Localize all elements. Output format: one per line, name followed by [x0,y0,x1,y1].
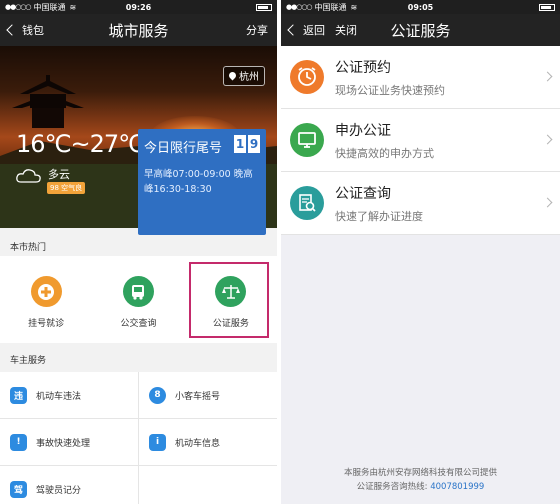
hospital-cross-icon [30,276,62,307]
chevron-right-icon [542,134,553,145]
city-services-screen: ●●○○○ 中国联通 ≋ 09:26 钱包 城市服务 分享 杭州 16℃~27℃ [0,0,277,504]
list-item-title: 公证查询 [335,185,391,202]
car-service-label: 事故快速处理 [36,438,91,449]
status-time: 09:26 [125,2,152,12]
location-pin-icon [227,70,238,81]
hotline: 公证服务咨询热线: 4007801999 [281,480,560,494]
service-label: 公证服务 [212,319,249,329]
clock-icon [290,60,324,94]
restriction-hours: 早高峰07:00-09:00 晚高峰16:30-18:30 [144,169,253,195]
car-service-vehicle-info[interactable]: i 机动车信息 [138,419,277,465]
city-selector[interactable]: 杭州 [223,66,265,86]
restriction-digits: 1 9 [234,135,260,153]
back-label: 返回 [303,24,325,37]
list-item-query[interactable]: 公证查询 快速了解办证进度 [281,172,560,235]
lottery-icon: 8 [149,386,166,404]
status-bar: ●●○○○ 中国联通 ≋ 09:05 [281,0,560,14]
list-item-desc: 快捷高效的申办方式 [335,146,434,160]
car-service-driver-points[interactable]: 驾 驾驶员记分 [0,466,138,504]
car-service-label: 机动车违法 [36,391,82,402]
list-item-apply[interactable]: 申办公证 快捷高效的申办方式 [281,109,560,172]
back-button[interactable]: 钱包 [6,22,44,38]
restriction-title: 今日限行尾号 [144,141,223,156]
aqi-badge: 98 空气良 [47,182,86,194]
car-service-label: 小客车摇号 [175,391,221,402]
list-item-desc: 现场公证业务快速预约 [335,83,445,97]
service-label: 挂号就诊 [28,319,65,329]
list-item-appointment[interactable]: 公证预约 现场公证业务快速预约 [281,46,560,109]
car-service-violation[interactable]: 违 机动车违法 [0,372,138,418]
scales-icon [215,276,247,307]
section-hot-label: 本市热门 [10,243,47,253]
car-info-icon: i [149,433,166,451]
car-services-row: 违 机动车违法 8 小客车摇号 [0,372,277,419]
notary-services-screen: ●●○○○ 中国联通 ≋ 09:05 返回 关闭 公证服务 公证预约 现场公证业… [281,0,560,504]
car-accident-icon: ! [10,433,27,451]
car-services: 违 机动车违法 8 小客车摇号 ! 事故快速处理 i 机动车信息 驾 驾驶员记分 [0,372,277,504]
status-time: 09:05 [407,2,434,12]
service-hospital-registration[interactable]: 挂号就诊 [0,256,92,343]
hotline-number[interactable]: 4007801999 [430,482,484,492]
section-car-label: 车主服务 [10,356,47,366]
chevron-left-icon [287,24,299,36]
list-item-title: 公证预约 [335,59,391,76]
status-bar: ●●○○○ 中国联通 ≋ 09:26 [0,0,277,14]
back-button[interactable]: 返回 [287,22,325,38]
battery-icon [536,3,555,11]
document-search-icon [290,186,324,220]
notary-service-list: 公证预约 现场公证业务快速预约 申办公证 快捷高效的申办方式 公证查询 快速了解… [281,46,560,235]
monitor-icon [290,123,324,157]
chevron-right-icon [542,197,553,208]
car-service-lottery[interactable]: 8 小客车摇号 [138,372,277,418]
car-services-row: ! 事故快速处理 i 机动车信息 [0,419,277,466]
chevron-right-icon [542,71,553,82]
restriction-digit: 1 [234,135,246,153]
violation-icon: 违 [10,386,27,404]
nav-bar: 返回 关闭 公证服务 [281,14,560,46]
back-label: 钱包 [22,24,44,37]
service-label: 公交查询 [120,319,157,329]
city-name: 杭州 [239,72,259,83]
restriction-digit: 9 [248,135,260,153]
bus-icon [122,276,154,307]
service-bus-query[interactable]: 公交查询 [92,256,184,343]
provider-text: 本服务由杭州安存网络科技有限公司提供 [343,468,497,478]
hot-services: 挂号就诊 公交查询 公证服务 [0,256,277,343]
cloud-icon [16,169,41,183]
car-services-row: 驾 驾驶员记分 [0,466,277,504]
weather-condition: 多云 [48,168,70,181]
battery-icon [253,3,272,11]
share-button[interactable]: 分享 [246,22,268,38]
service-notary[interactable]: 公证服务 [185,256,277,343]
hotline-label: 公证服务咨询热线: [356,482,428,492]
car-service-empty [138,466,277,504]
driver-points-icon: 驾 [10,480,27,498]
nav-bar: 钱包 城市服务 分享 [0,14,277,46]
list-item-desc: 快速了解办证进度 [335,209,423,223]
list-item-title: 申办公证 [335,122,391,139]
chevron-left-icon [6,24,18,36]
close-button[interactable]: 关闭 [335,22,357,38]
temperature-range: 16℃~27℃ [16,130,145,158]
car-service-label: 驾驶员记分 [36,485,82,496]
service-footer: 本服务由杭州安存网络科技有限公司提供 公证服务咨询热线: 4007801999 [281,466,560,494]
car-service-label: 机动车信息 [175,438,221,449]
car-service-accident[interactable]: ! 事故快速处理 [0,419,138,465]
traffic-restriction-card[interactable]: 今日限行尾号 1 9 早高峰07:00-09:00 晚高峰16:30-18:30 [138,129,266,235]
